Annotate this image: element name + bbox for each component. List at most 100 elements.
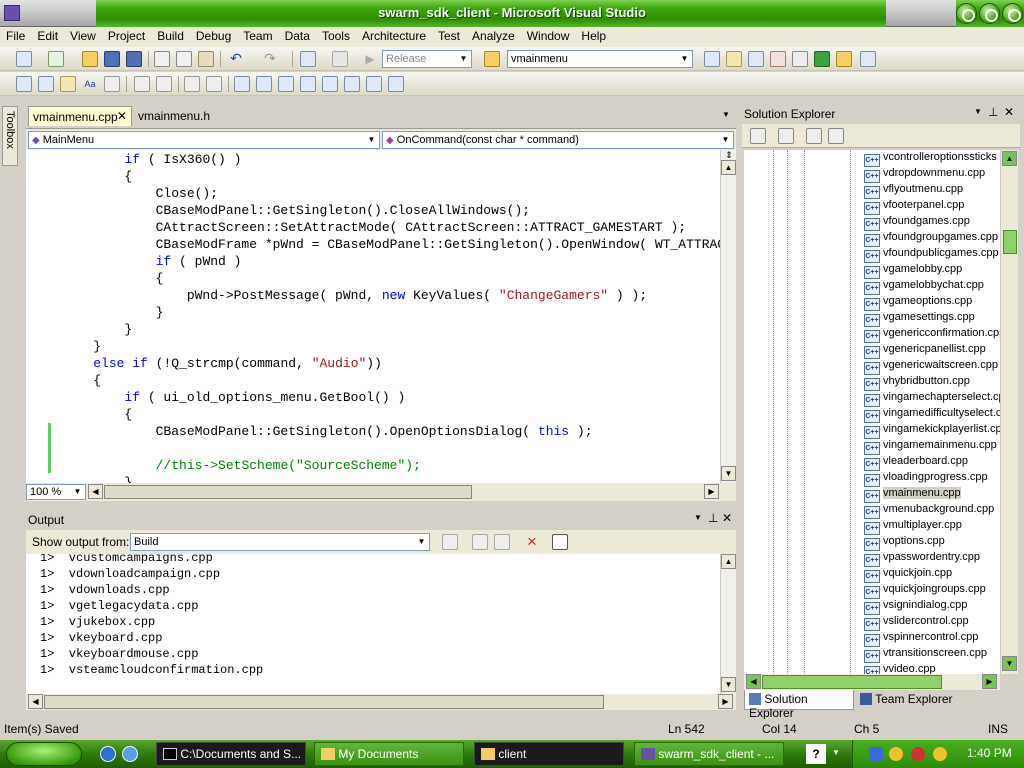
task-client[interactable]: client [474, 742, 624, 766]
refresh-icon[interactable] [806, 128, 822, 144]
output-line[interactable]: 1> vsteamcloudconfirmation.cpp [40, 662, 263, 678]
auto-hide-pin-icon[interactable]: ⊥ [708, 511, 718, 525]
code-line[interactable]: ​ [62, 440, 720, 457]
solution-configuration-combo[interactable]: Release ▼ [382, 50, 472, 68]
solution-explorer-vertical-scrollbar[interactable]: ▲ ▼ [1000, 150, 1018, 674]
horizontal-scroll-thumb[interactable] [44, 695, 604, 709]
solution-file-item[interactable]: C++ voptions.cpp [864, 535, 945, 551]
solution-file-item[interactable]: C++ vhybridbutton.cpp [864, 375, 970, 391]
code-editor[interactable]: if ( IsX360() ) { Close(); CBaseModPanel… [26, 150, 720, 483]
output-line[interactable]: 1> vkeyboard.cpp [40, 630, 263, 646]
add-item-icon[interactable] [48, 51, 64, 67]
output-vertical-scrollbar[interactable]: ▲ ▼ [720, 554, 736, 694]
solution-file-item[interactable]: C++ vpasswordentry.cpp [864, 551, 980, 567]
menu-tools[interactable]: Tools [316, 27, 356, 43]
class-navigation-combo[interactable]: ◆ MainMenu ▼ [28, 131, 380, 149]
tab-solution-explorer[interactable]: Solution Explorer [744, 690, 854, 720]
vertical-scroll-thumb[interactable] [1003, 230, 1017, 254]
solution-file-item[interactable]: C++ vgenericpanellist.cpp [864, 343, 986, 359]
uncomment-icon[interactable] [206, 76, 222, 92]
find-combo[interactable]: vmainmenu ▼ [507, 50, 693, 68]
decrease-indent-icon[interactable] [134, 76, 150, 92]
menu-data[interactable]: Data [279, 27, 316, 43]
next-bookmark-icon[interactable] [278, 76, 294, 92]
solution-file-item[interactable]: C++ vcontrolleroptionssticks [864, 151, 997, 167]
window-position-icon[interactable]: ▼ [694, 513, 702, 522]
tab-vmainmenu-h[interactable]: vmainmenu.h [134, 106, 214, 126]
code-line[interactable]: pWnd->PostMessage( pWnd, new KeyValues( … [62, 287, 720, 304]
task-visual-studio[interactable]: swarm_sdk_client - ... [634, 742, 784, 766]
solution-file-item[interactable]: C++ vquickjoin.cpp [864, 567, 952, 583]
split-handle-icon[interactable]: ⇕ [722, 150, 736, 160]
solution-file-item[interactable]: C++ vmainmenu.cpp [864, 487, 961, 503]
output-line[interactable]: 1> vdownloads.cpp [40, 582, 263, 598]
tab-vmainmenu-cpp[interactable]: vmainmenu.cpp ✕ [28, 106, 132, 126]
code-line[interactable]: { [62, 372, 720, 389]
menu-architecture[interactable]: Architecture [356, 27, 432, 43]
search-icon[interactable] [933, 747, 947, 761]
output-line[interactable]: 1> vgetlegacydata.cpp [40, 598, 263, 614]
code-line[interactable]: } [62, 338, 720, 355]
solution-file-item[interactable]: C++ vgamelobby.cpp [864, 263, 962, 279]
code-line[interactable]: { [62, 270, 720, 287]
output-horizontal-scrollbar[interactable]: ◀ ▶ [26, 694, 736, 710]
menu-help[interactable]: Help [575, 27, 612, 43]
scroll-down-icon[interactable]: ▼ [1002, 656, 1017, 671]
menu-view[interactable]: View [64, 27, 102, 43]
quick-info-icon[interactable] [60, 76, 76, 92]
parameter-info-icon[interactable] [38, 76, 54, 92]
redo-icon[interactable]: ↷ [262, 51, 278, 67]
scroll-right-icon[interactable]: ▶ [718, 694, 733, 709]
properties-icon[interactable] [750, 128, 766, 144]
menu-edit[interactable]: Edit [31, 27, 64, 43]
solution-file-item[interactable]: C++ vquickjoingroups.cpp [864, 583, 986, 599]
code-line[interactable]: { [62, 168, 720, 185]
toggle-word-wrap-icon[interactable] [552, 534, 568, 550]
complete-word-icon[interactable]: Aa [82, 76, 98, 92]
toolbox-tool-icon[interactable] [770, 51, 786, 67]
menu-debug[interactable]: Debug [190, 27, 237, 43]
menu-build[interactable]: Build [151, 27, 190, 43]
menu-file[interactable]: File [0, 27, 31, 43]
solution-file-item[interactable]: C++ vfoundgroupgames.cpp [864, 231, 998, 247]
save-icon[interactable] [104, 51, 120, 67]
solution-file-item[interactable]: C++ vsignindialog.cpp [864, 599, 967, 615]
zoom-combo[interactable]: 100 % ▼ [26, 484, 86, 500]
start-button[interactable] [6, 742, 82, 766]
menu-analyze[interactable]: Analyze [466, 27, 521, 43]
code-line[interactable]: CAttractScreen::SetAttractMode( CAttract… [62, 219, 720, 236]
clear-all-icon[interactable]: ✕ [524, 534, 540, 550]
code-line[interactable]: CBaseModPanel::GetSingleton().CloseAllWi… [62, 202, 720, 219]
solution-file-item[interactable]: C++ vfooterpanel.cpp [864, 199, 964, 215]
extension-manager-icon[interactable] [836, 51, 852, 67]
scroll-right-icon[interactable]: ▶ [982, 674, 997, 689]
output-line[interactable]: 1> vdownloadcampaign.cpp [40, 566, 263, 582]
horizontal-scroll-thumb[interactable] [762, 675, 942, 689]
auto-hide-pin-icon[interactable]: ⊥ [988, 105, 998, 119]
solution-file-item[interactable]: C++ vmenubackground.cpp [864, 503, 994, 519]
editor-margin[interactable] [26, 150, 60, 483]
previous-message-icon[interactable] [472, 534, 488, 550]
scroll-down-icon[interactable]: ▼ [721, 677, 736, 692]
open-folder-icon[interactable] [82, 51, 98, 67]
code-line[interactable]: if ( ui_old_options_menu.GetBool() ) [62, 389, 720, 406]
security-shield-icon[interactable] [889, 747, 903, 761]
comment-out-icon[interactable] [184, 76, 200, 92]
scroll-up-icon[interactable]: ▲ [1002, 151, 1017, 166]
solution-file-item[interactable]: C++ vloadingprogress.cpp [864, 471, 988, 487]
new-project-icon[interactable] [16, 51, 32, 67]
network-icon[interactable] [869, 747, 883, 761]
solution-file-item[interactable]: C++ vleaderboard.cpp [864, 455, 968, 471]
properties-tool-icon[interactable] [726, 51, 742, 67]
antivirus-icon[interactable] [911, 747, 925, 761]
editor-vertical-scrollbar[interactable]: ⇕ ▲ ▼ [720, 150, 736, 483]
output-lines[interactable]: 1> vcustomcampaigns.cpp 1> vdownloadcampa… [40, 554, 263, 678]
start-page-icon[interactable] [814, 51, 830, 67]
code-line[interactable]: } [62, 474, 720, 483]
save-all-icon[interactable] [126, 51, 142, 67]
menu-test[interactable]: Test [432, 27, 466, 43]
display-word-completion-icon[interactable] [104, 76, 120, 92]
scroll-left-icon[interactable]: ◀ [28, 694, 43, 709]
solution-file-item[interactable]: C++ vingamemainmenu.cpp [864, 439, 997, 455]
close-icon[interactable]: ✕ [722, 511, 732, 525]
